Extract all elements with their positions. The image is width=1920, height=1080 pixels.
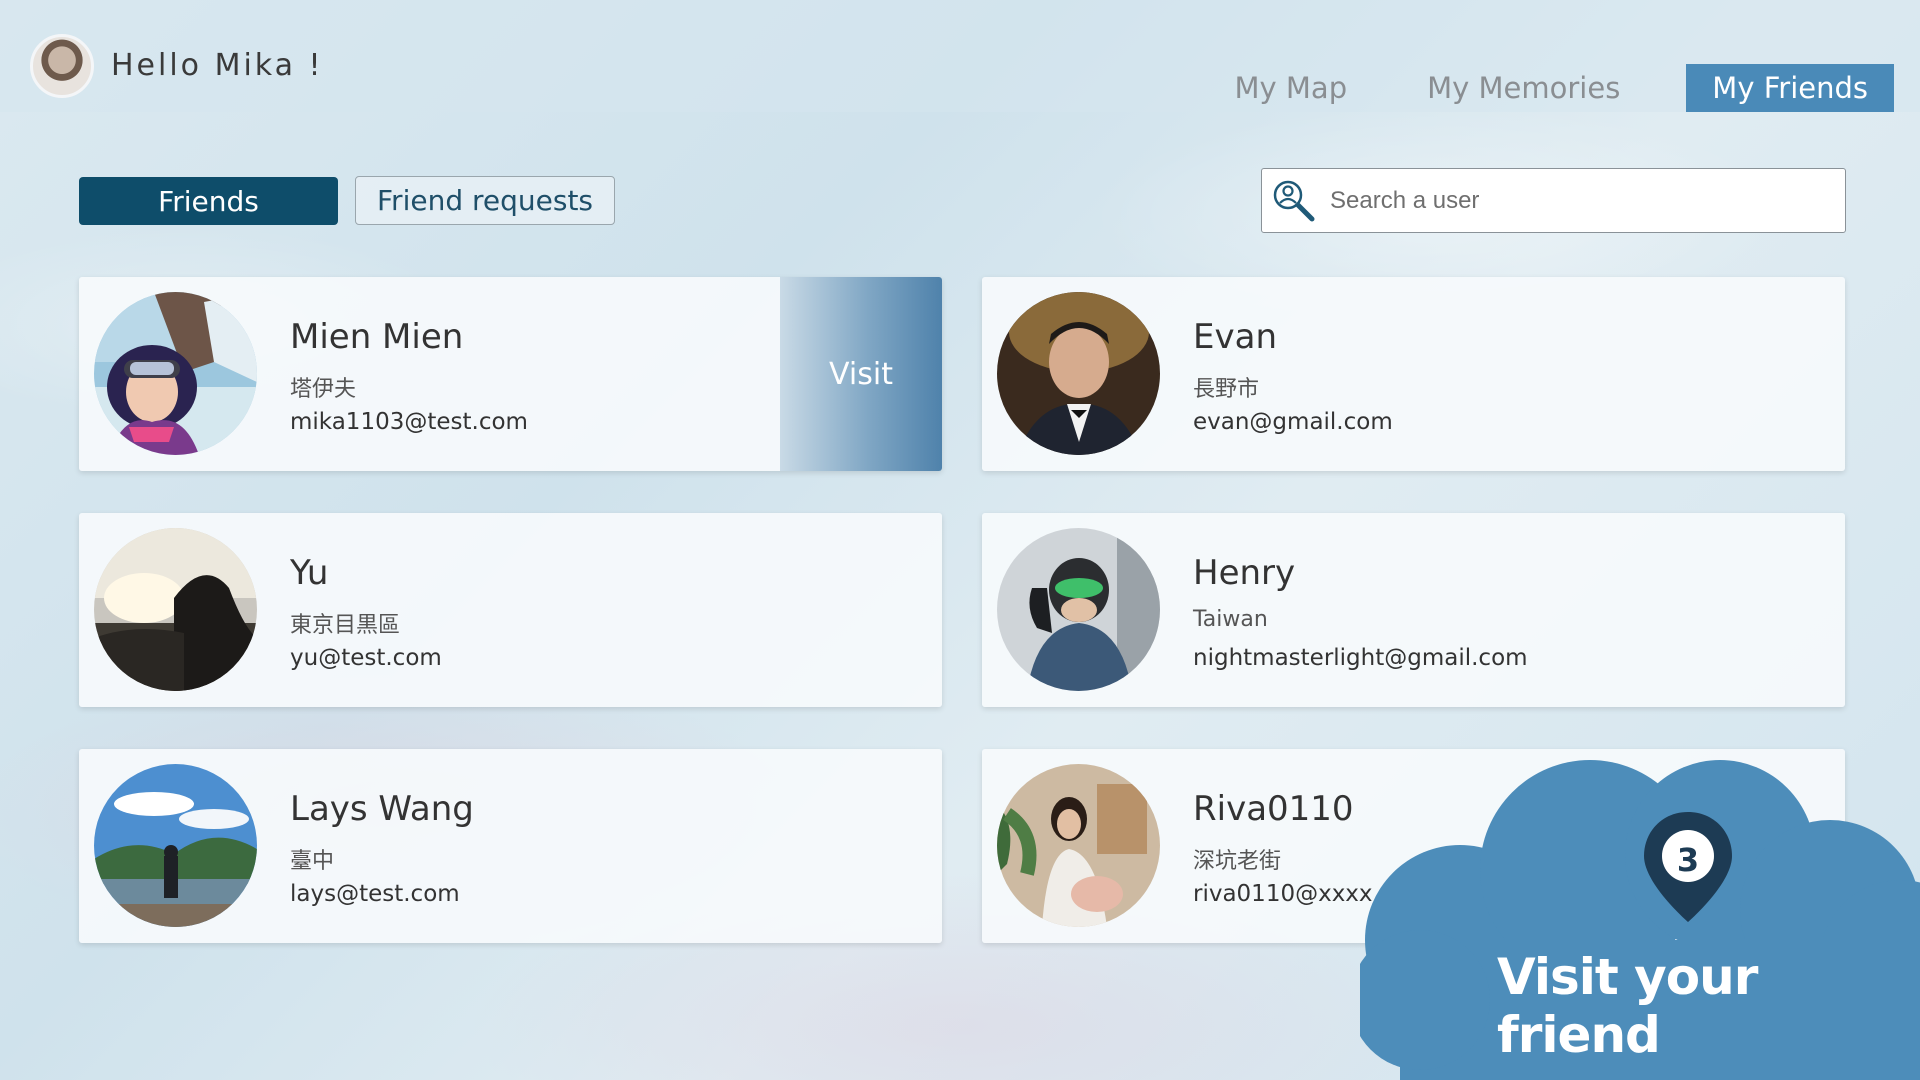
friend-location: 東京目黒區 (290, 613, 401, 638)
friend-card[interactable]: Henry Taiwan nightmasterlight@gmail.com (982, 513, 1845, 707)
friend-name: Riva0110 (1193, 789, 1354, 829)
nav-tab-my-map[interactable]: My Map (1209, 64, 1374, 112)
friend-avatar (94, 528, 257, 691)
greeting-text: Hello Mika ! (111, 48, 324, 83)
friend-name: Yu (290, 553, 329, 593)
friend-name: Mien Mien (290, 317, 464, 357)
friend-email: evan@gmail.com (1193, 409, 1393, 435)
friend-name: Lays Wang (290, 789, 474, 829)
friend-location: Taiwan (1193, 607, 1268, 632)
user-search-icon (1273, 180, 1315, 221)
callout-text: Visit your friend (1497, 948, 1758, 1064)
friend-location: 深坑老街 (1193, 849, 1282, 874)
friend-card[interactable]: Lays Wang 臺中 lays@test.com (79, 749, 942, 943)
friend-avatar (997, 764, 1160, 927)
friend-email: nightmasterlight@gmail.com (1193, 645, 1528, 671)
friends-tab-button[interactable]: Friends (79, 177, 338, 225)
user-avatar[interactable] (30, 34, 94, 98)
nav-tab-my-memories[interactable]: My Memories (1401, 64, 1646, 112)
friend-email: lays@test.com (290, 881, 460, 907)
friend-card[interactable]: Evan 長野市 evan@gmail.com (982, 277, 1845, 471)
step-number: 3 (1676, 841, 1700, 879)
friend-email: mika1103@test.com (290, 409, 528, 435)
friend-card[interactable]: Mien Mien 塔伊夫 mika1103@test.com Visit (79, 277, 942, 471)
visit-button[interactable]: Visit (780, 277, 942, 471)
user-search-box[interactable] (1261, 168, 1846, 233)
friend-requests-tab-button[interactable]: Friend requests (355, 176, 615, 225)
friend-name: Henry (1193, 553, 1296, 593)
friend-avatar (997, 292, 1160, 455)
nav-tab-my-friends[interactable]: My Friends (1686, 64, 1894, 112)
friend-avatar (94, 764, 257, 927)
main-nav: My Map My Memories My Friends (1181, 64, 1894, 112)
friend-location: 長野市 (1193, 377, 1260, 402)
search-input[interactable] (1330, 186, 1845, 215)
friend-email: yu@test.com (290, 645, 442, 671)
friend-location: 塔伊夫 (290, 377, 357, 402)
friend-location: 臺中 (290, 849, 335, 874)
friend-card[interactable]: Yu 東京目黒區 yu@test.com (79, 513, 942, 707)
top-bar: Hello Mika ! My Map My Memories My Frien… (0, 0, 1920, 112)
friend-avatar (997, 528, 1160, 691)
friend-avatar (94, 292, 257, 455)
friend-name: Evan (1193, 317, 1277, 357)
